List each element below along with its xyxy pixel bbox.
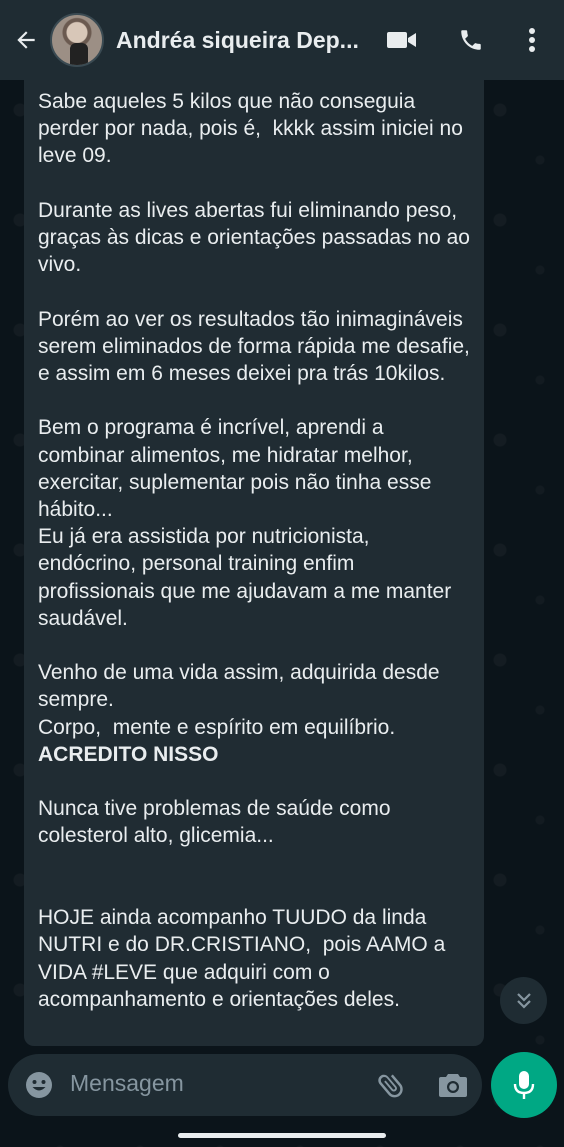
back-arrow-icon[interactable] <box>6 0 46 80</box>
message-paragraph: Bem o programa é incrível, aprendi a com… <box>38 416 438 522</box>
contact-name[interactable]: Andréa siqueira Dep... <box>116 27 376 54</box>
message-paragraph: Eu já era assistida por nutricionista, e… <box>38 525 458 630</box>
message-paragraph: Porém ao ver os resultados tão inimaginá… <box>38 307 476 386</box>
message-paragraph: Venho de uma vida assim, adquirida desde… <box>38 661 446 712</box>
home-indicator[interactable] <box>178 1133 386 1138</box>
message-composer[interactable]: Mensagem <box>8 1054 482 1116</box>
emoji-icon[interactable] <box>24 1070 54 1100</box>
contact-avatar[interactable] <box>50 13 104 67</box>
message-bold-line: ACREDITO NISSO <box>38 742 219 766</box>
voice-message-button[interactable] <box>491 1052 557 1118</box>
message-paragraph: Sabe aqueles 5 kilos que não conseguia p… <box>38 90 469 168</box>
message-bubble[interactable]: Sabe aqueles 5 kilos que não conseguia p… <box>24 80 484 1046</box>
voice-call-icon[interactable] <box>453 22 489 58</box>
scroll-to-bottom-button[interactable] <box>500 977 547 1024</box>
message-paragraph: Durante as lives abertas fui eliminando … <box>38 198 476 277</box>
camera-icon[interactable] <box>436 1068 470 1102</box>
message-input[interactable]: Mensagem <box>70 1070 184 1097</box>
double-chevron-down-icon <box>516 992 531 1009</box>
microphone-icon <box>513 1071 535 1099</box>
more-options-icon[interactable] <box>514 22 550 58</box>
chat-header: Andréa siqueira Dep... <box>0 0 564 80</box>
message-paragraph: HOJE ainda acompanho TUUDO da linda NUTR… <box>38 906 452 1011</box>
video-call-icon[interactable] <box>384 22 420 58</box>
attachment-icon[interactable] <box>374 1068 408 1102</box>
message-text: Sabe aqueles 5 kilos que não conseguia p… <box>38 88 470 1013</box>
message-paragraph: Corpo, mente e espírito em equilíbrio. <box>38 715 396 739</box>
message-paragraph: Nunca tive problemas de saúde como coles… <box>38 797 397 848</box>
